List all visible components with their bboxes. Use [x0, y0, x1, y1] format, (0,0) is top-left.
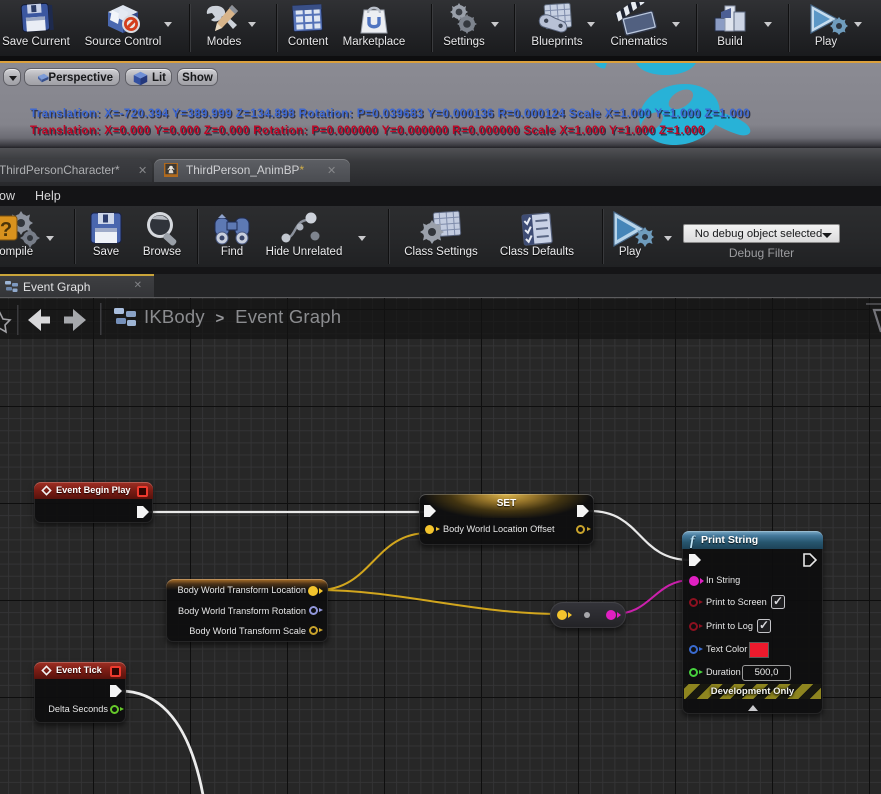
svg-text:?: ? [0, 219, 12, 241]
